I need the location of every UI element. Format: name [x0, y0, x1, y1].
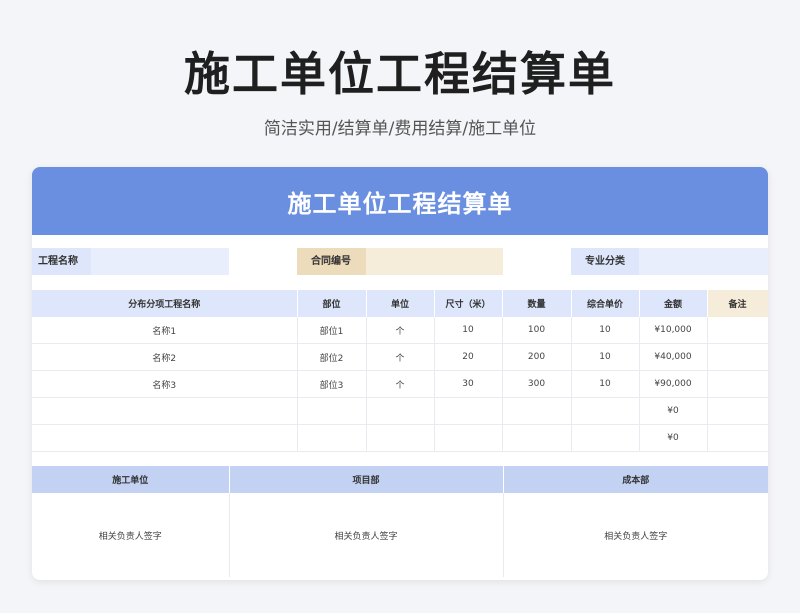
- cell-unit[interactable]: [366, 424, 435, 452]
- col-header-location: 部位: [297, 290, 367, 317]
- table-row: 名称3 部位3 个 30 300 10 ¥90,000: [32, 370, 768, 398]
- cell-location[interactable]: 部位2: [297, 343, 367, 371]
- cell-quantity[interactable]: [502, 424, 572, 452]
- cell-amount[interactable]: ¥0: [639, 397, 708, 425]
- cell-remarks[interactable]: [707, 370, 768, 398]
- cell-size[interactable]: [434, 424, 503, 452]
- table-row: 名称1 部位1 个 10 100 10 ¥10,000: [32, 317, 768, 344]
- col-header-quantity: 数量: [502, 290, 572, 317]
- cell-unit[interactable]: 个: [366, 317, 435, 344]
- col-header-unit-price: 综合单价: [571, 290, 640, 317]
- cell-size[interactable]: 20: [434, 343, 503, 371]
- sign-header-project-dept: 项目部: [229, 466, 504, 493]
- cell-unit-price[interactable]: 10: [571, 343, 640, 371]
- table-row: 名称2 部位2 个 20 200 10 ¥40,000: [32, 343, 768, 371]
- contract-no-label: 合同编号: [297, 248, 366, 275]
- cell-unit-price[interactable]: [571, 397, 640, 425]
- signature-cell-contractor[interactable]: 相关负责人签字: [32, 493, 230, 577]
- cell-item-name[interactable]: [32, 397, 298, 425]
- cell-item-name[interactable]: [32, 424, 298, 452]
- project-name-field[interactable]: [91, 248, 229, 275]
- settlement-sheet: 施工单位工程结算单 工程名称 合同编号 专业分类 分布分项工程名称 部位 单位 …: [32, 167, 768, 580]
- cell-amount[interactable]: ¥10,000: [639, 317, 708, 344]
- cell-amount[interactable]: ¥40,000: [639, 343, 708, 371]
- specialty-field[interactable]: [639, 248, 768, 275]
- col-header-item-name: 分布分项工程名称: [32, 290, 298, 317]
- table-row: ¥0: [32, 397, 768, 425]
- signature-table: 施工单位 项目部 成本部 相关负责人签字 相关负责人签字 相关负责人签字: [32, 466, 768, 577]
- cell-item-name[interactable]: 名称3: [32, 370, 298, 398]
- sheet-header: 施工单位工程结算单: [32, 167, 768, 235]
- page-subtitle: 简洁实用/结算单/费用结算/施工单位: [263, 119, 537, 139]
- cell-remarks[interactable]: [707, 343, 768, 371]
- cell-location[interactable]: 部位3: [297, 370, 367, 398]
- cell-size[interactable]: 10: [434, 317, 503, 344]
- cell-size[interactable]: 30: [434, 370, 503, 398]
- cell-size[interactable]: [434, 397, 503, 425]
- cell-amount[interactable]: ¥90,000: [639, 370, 708, 398]
- signature-cell-project-dept[interactable]: 相关负责人签字: [229, 493, 504, 577]
- cell-item-name[interactable]: 名称2: [32, 343, 298, 371]
- page-title: 施工单位工程结算单: [184, 47, 616, 101]
- signature-header-row: 施工单位 项目部 成本部: [32, 466, 768, 493]
- cell-quantity[interactable]: [502, 397, 572, 425]
- cell-unit-price[interactable]: 10: [571, 370, 640, 398]
- cell-remarks[interactable]: [707, 397, 768, 425]
- contract-no-field[interactable]: [366, 248, 503, 275]
- cell-remarks[interactable]: [707, 317, 768, 344]
- cell-quantity[interactable]: 200: [502, 343, 572, 371]
- cell-location[interactable]: [297, 397, 367, 425]
- specialty-label: 专业分类: [571, 248, 639, 275]
- cell-location[interactable]: [297, 424, 367, 452]
- cell-amount[interactable]: ¥0: [639, 424, 708, 452]
- cell-location[interactable]: 部位1: [297, 317, 367, 344]
- signature-row: 相关负责人签字 相关负责人签字 相关负责人签字: [32, 493, 768, 577]
- cell-unit[interactable]: 个: [366, 343, 435, 371]
- col-header-amount: 金额: [639, 290, 708, 317]
- cell-unit-price[interactable]: [571, 424, 640, 452]
- col-header-size: 尺寸（米）: [434, 290, 503, 317]
- cell-quantity[interactable]: 100: [502, 317, 572, 344]
- items-table: 分布分项工程名称 部位 单位 尺寸（米） 数量 综合单价 金额 备注 名称1 部…: [32, 290, 768, 452]
- col-header-unit: 单位: [366, 290, 435, 317]
- cell-item-name[interactable]: 名称1: [32, 317, 298, 344]
- sign-header-contractor: 施工单位: [32, 466, 230, 493]
- items-header-row: 分布分项工程名称 部位 单位 尺寸（米） 数量 综合单价 金额 备注: [32, 290, 768, 317]
- cell-unit-price[interactable]: 10: [571, 317, 640, 344]
- cell-unit[interactable]: 个: [366, 370, 435, 398]
- cell-unit[interactable]: [366, 397, 435, 425]
- sign-header-cost-dept: 成本部: [503, 466, 768, 493]
- col-header-remarks: 备注: [707, 290, 768, 317]
- project-name-label: 工程名称: [32, 248, 91, 275]
- cell-remarks[interactable]: [707, 424, 768, 452]
- info-row: 工程名称 合同编号 专业分类: [32, 248, 768, 275]
- table-row: ¥0: [32, 424, 768, 452]
- signature-cell-cost-dept[interactable]: 相关负责人签字: [503, 493, 768, 577]
- cell-quantity[interactable]: 300: [502, 370, 572, 398]
